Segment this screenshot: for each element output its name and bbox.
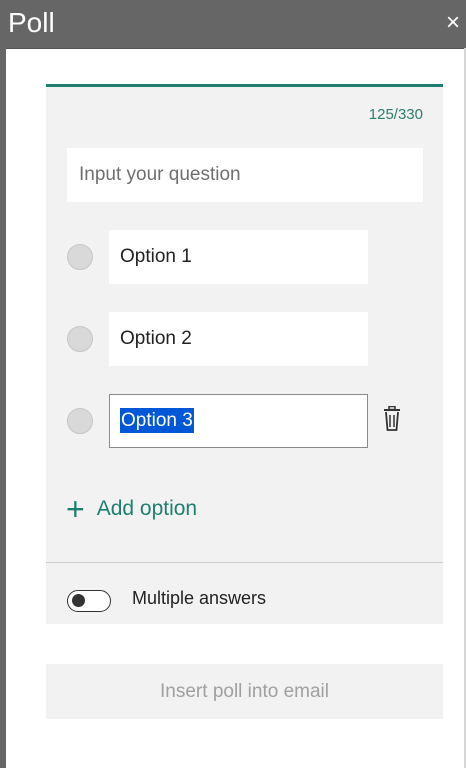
option-input[interactable]: Option 1: [109, 230, 368, 284]
trash-icon[interactable]: [381, 405, 403, 432]
add-option-button[interactable]: + Add option: [66, 491, 198, 527]
option-radio[interactable]: [67, 244, 93, 270]
multiple-answers-toggle[interactable]: [67, 590, 111, 612]
option-radio[interactable]: [67, 326, 93, 352]
option-label: Option 1: [120, 246, 192, 267]
close-icon[interactable]: ×: [446, 8, 466, 38]
add-option-label: Add option: [96, 497, 198, 520]
card-accent-line: [46, 84, 443, 87]
option-row: Option 1: [67, 230, 427, 284]
option-input-active[interactable]: Option 3: [109, 394, 368, 448]
multiple-answers-label: Multiple answers: [132, 588, 267, 608]
plus-icon: +: [66, 491, 85, 527]
question-input[interactable]: [67, 148, 423, 202]
window-title: Poll: [8, 7, 55, 38]
option-label: Option 2: [120, 328, 192, 349]
option-label-selected: Option 3: [120, 408, 194, 433]
titlebar: Poll ×: [0, 0, 466, 49]
option-row: Option 3: [67, 394, 427, 448]
divider: [46, 562, 443, 563]
left-edge: [0, 48, 6, 768]
insert-poll-button[interactable]: Insert poll into email: [46, 664, 443, 719]
option-input[interactable]: Option 2: [109, 312, 368, 366]
option-radio[interactable]: [67, 408, 93, 434]
option-row: Option 2: [67, 312, 427, 366]
poll-window: Poll × 125/330 Option 1 Option 2 Option …: [0, 0, 466, 768]
toggle-knob: [72, 594, 85, 607]
char-counter: 125/330: [368, 106, 423, 123]
poll-card: 125/330 Option 1 Option 2 Option 3: [46, 84, 443, 624]
